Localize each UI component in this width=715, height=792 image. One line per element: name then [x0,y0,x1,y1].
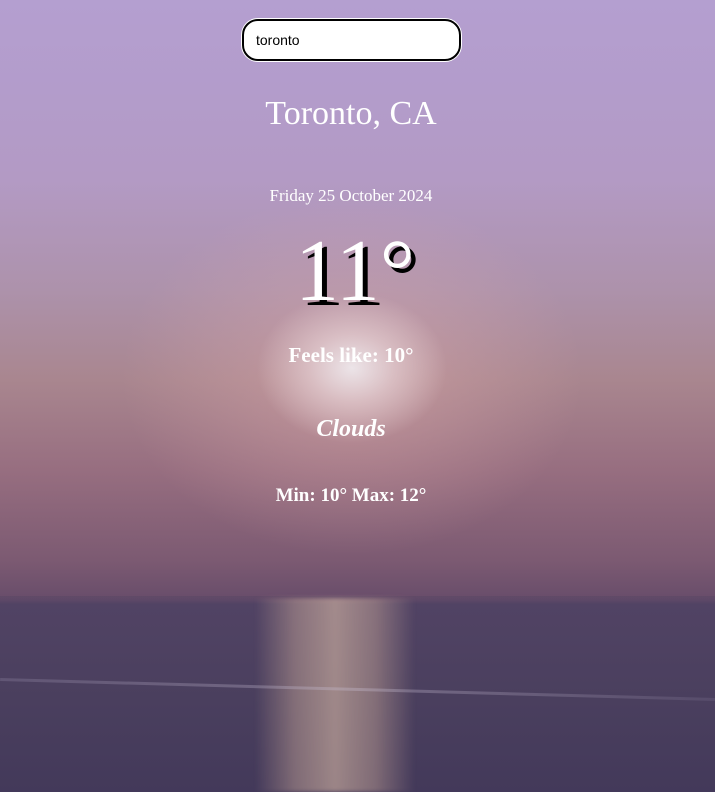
current-date: Friday 25 October 2024 [269,186,433,205]
feels-like: Feels like: 10° [288,343,414,367]
location-title: Toronto, CA [265,95,437,132]
current-temperature: 11° [295,223,415,320]
city-search-input[interactable] [242,19,461,61]
background-sun-reflection [255,598,415,792]
weather-condition: Clouds [316,416,386,442]
min-max-temperature: Min: 10° Max: 12° [275,485,427,506]
